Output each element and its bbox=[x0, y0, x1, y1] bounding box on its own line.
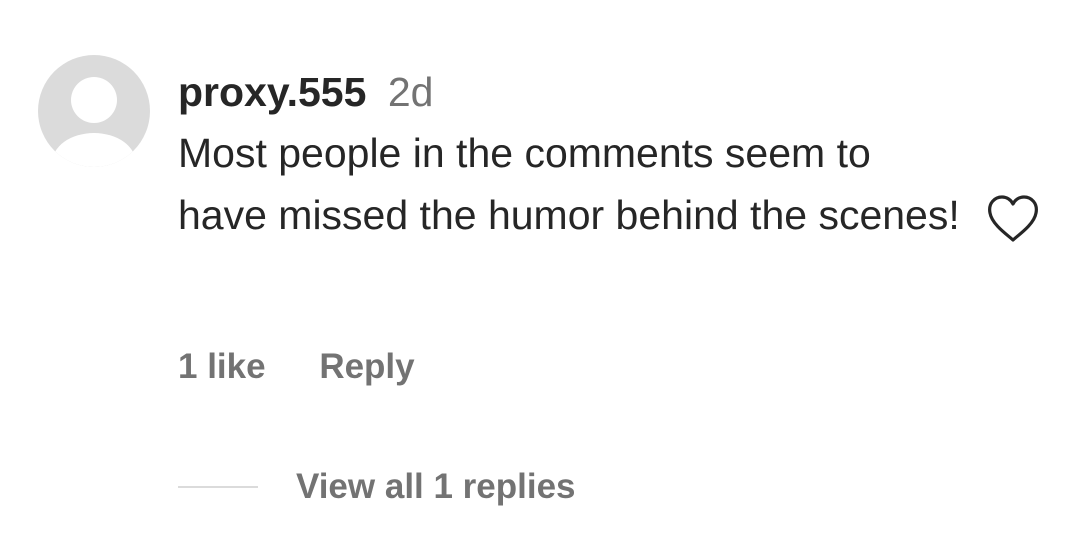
replies-divider bbox=[178, 486, 258, 488]
comment-actions: 1 like Reply bbox=[178, 343, 415, 391]
comment-body: proxy.555 2d Most people in the comments… bbox=[178, 66, 978, 246]
like-button[interactable] bbox=[986, 194, 1040, 244]
comment-text: Most people in the comments seem to have… bbox=[178, 130, 960, 238]
username-link[interactable]: proxy.555 bbox=[178, 69, 366, 115]
comment-item: proxy.555 2d Most people in the comments… bbox=[0, 0, 1080, 542]
avatar[interactable] bbox=[38, 55, 150, 167]
view-replies-button[interactable]: View all 1 replies bbox=[296, 467, 576, 507]
reply-button[interactable]: Reply bbox=[319, 347, 414, 386]
comment-timestamp[interactable]: 2d bbox=[388, 69, 434, 115]
view-replies-row: View all 1 replies bbox=[178, 463, 576, 511]
comment-header: proxy.555 2d bbox=[178, 66, 978, 118]
heart-outline-icon bbox=[988, 195, 1038, 242]
likes-count[interactable]: 1 like bbox=[178, 347, 266, 386]
